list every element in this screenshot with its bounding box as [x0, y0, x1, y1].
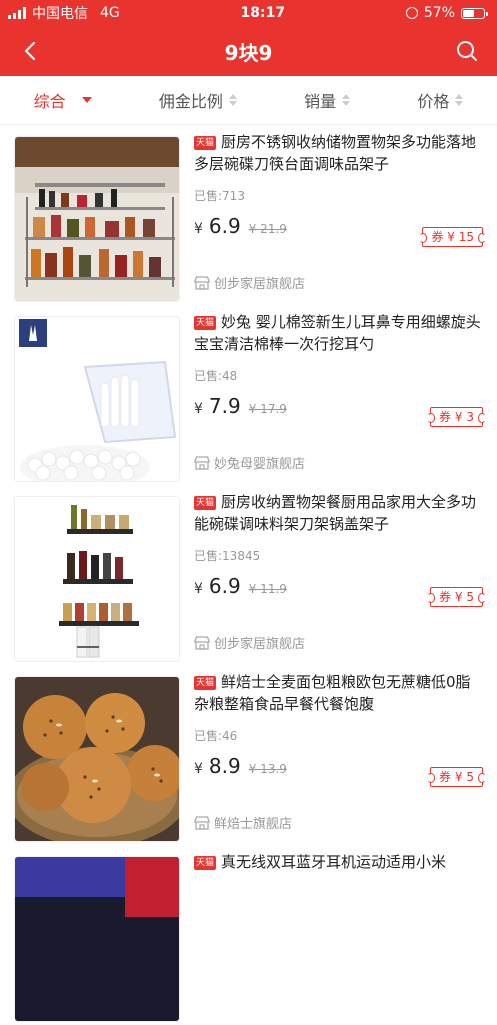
sold-count: 已售:48 [194, 369, 238, 383]
tmall-badge: 天猫 [194, 136, 217, 150]
product-card[interactable]: 天猫 鲜焙士全麦面包粗粮欧包无蔗糖低0脂杂粮整箱食品早餐代餐饱腹 已售:46 ¥ … [14, 665, 486, 845]
shop-line: 创步家居旗舰店 [194, 633, 305, 652]
page-title: 9块9 [224, 40, 273, 65]
sort-arrows-icon [228, 94, 237, 106]
sold-count: 已售:713 [194, 189, 245, 203]
sort-comprehensive[interactable]: 综合 [34, 88, 92, 112]
shop-line: 创步家居旗舰店 [194, 273, 305, 292]
sort-arrows-icon [455, 94, 464, 106]
tmall-badge: 天猫 [194, 316, 217, 330]
product-title: 天猫 真无线双耳蓝牙耳机运动适用小米 [194, 853, 447, 871]
product-title: 天猫 厨房不锈钢收纳储物置物架多功能落地多层碗碟刀筷台面调味品架子 [194, 133, 477, 173]
product-image [14, 316, 180, 482]
coupon-badge[interactable]: 券 ¥ 5 [427, 587, 486, 607]
status-bar: 中国电信 4G 18:17 57% [0, 0, 497, 26]
shop-name: 鲜焙士旗舰店 [214, 817, 293, 832]
price: 6.9 [208, 574, 241, 598]
currency-symbol: ¥ [194, 401, 203, 417]
product-card[interactable]: 天猫 厨房不锈钢收纳储物置物架多功能落地多层碗碟刀筷台面调味品架子 已售:713 … [14, 125, 486, 305]
search-icon [457, 41, 477, 61]
currency-symbol: ¥ [194, 761, 203, 777]
tmall-badge: 天猫 [194, 856, 217, 870]
product-card[interactable]: 天猫 厨房收纳置物架餐厨用品家用大全多功能碗碟调味料架刀架锅盖架子 已售:1384… [14, 485, 486, 665]
price: 6.9 [208, 214, 241, 238]
price: 7.9 [208, 394, 241, 418]
signal-icon [8, 7, 26, 19]
shop-line: 妙兔母婴旗舰店 [194, 453, 305, 472]
back-button[interactable] [14, 35, 46, 67]
coupon-badge[interactable]: 券 ¥ 3 [427, 407, 486, 427]
sort-label: 销量 [304, 92, 337, 111]
network-label: 4G [100, 5, 120, 21]
shop-icon [194, 275, 210, 290]
shop-line: 鲜焙士旗舰店 [194, 813, 292, 832]
product-image [14, 676, 180, 842]
caret-down-icon [81, 97, 92, 103]
shop-icon [194, 815, 210, 830]
product-image [14, 496, 180, 662]
product-list: 天猫 厨房不锈钢收纳储物置物架多功能落地多层碗碟刀筷台面调味品架子 已售:713 … [0, 125, 497, 1025]
product-title: 天猫 厨房收纳置物架餐厨用品家用大全多功能碗碟调味料架刀架锅盖架子 [194, 493, 477, 533]
sort-sales[interactable]: 销量 [304, 88, 351, 112]
product-title: 天猫 鲜焙士全麦面包粗粮欧包无蔗糖低0脂杂粮整箱食品早餐代餐饱腹 [194, 673, 471, 713]
rotation-lock-icon [405, 7, 418, 19]
original-price: ¥ 13.9 [248, 762, 287, 776]
nav-bar: 9块9 [0, 26, 497, 76]
sort-price[interactable]: 价格 [417, 88, 464, 112]
sort-bar: 综合 佣金比例 销量 价格 [0, 76, 497, 125]
currency-symbol: ¥ [194, 581, 203, 597]
sold-count: 已售:13845 [194, 549, 261, 563]
clock: 18:17 [240, 5, 286, 21]
coupon-badge[interactable]: 券 ¥ 5 [427, 767, 486, 787]
top-bar: 中国电信 4G 18:17 57% 9块9 [0, 0, 497, 76]
search-button[interactable] [451, 35, 483, 67]
price: 8.9 [208, 754, 241, 778]
sort-commission[interactable]: 佣金比例 [159, 88, 237, 112]
sort-label: 佣金比例 [158, 92, 223, 111]
tmall-badge: 天猫 [194, 496, 217, 510]
carrier-label: 中国电信 [32, 6, 88, 22]
battery-icon [461, 7, 488, 19]
product-image [14, 856, 180, 1022]
currency-symbol: ¥ [194, 221, 203, 237]
shop-name: 妙兔母婴旗舰店 [214, 457, 306, 472]
tmall-badge: 天猫 [194, 676, 217, 690]
sold-count: 已售:46 [194, 729, 238, 743]
battery-percent: 57% [423, 5, 455, 21]
shop-icon [194, 455, 210, 470]
sort-label: 综合 [33, 92, 66, 111]
shop-name: 创步家居旗舰店 [214, 277, 306, 292]
product-image [14, 136, 180, 302]
shop-name: 创步家居旗舰店 [214, 637, 306, 652]
product-card[interactable]: 天猫 妙兔 婴儿棉签新生儿耳鼻专用细螺旋头宝宝清洁棉棒一次行挖耳勺 已售:48 ¥… [14, 305, 486, 485]
shop-icon [194, 635, 210, 650]
chevron-left-icon [24, 41, 36, 61]
sort-arrows-icon [342, 94, 351, 106]
product-card[interactable]: 天猫 真无线双耳蓝牙耳机运动适用小米 [14, 845, 483, 1025]
sort-label: 价格 [417, 92, 450, 111]
product-title: 天猫 妙兔 婴儿棉签新生儿耳鼻专用细螺旋头宝宝清洁棉棒一次行挖耳勺 [194, 313, 481, 353]
original-price: ¥ 21.9 [248, 222, 287, 236]
coupon-badge[interactable]: 券 ¥ 15 [419, 227, 486, 247]
original-price: ¥ 17.9 [248, 402, 287, 416]
original-price: ¥ 11.9 [248, 582, 287, 596]
